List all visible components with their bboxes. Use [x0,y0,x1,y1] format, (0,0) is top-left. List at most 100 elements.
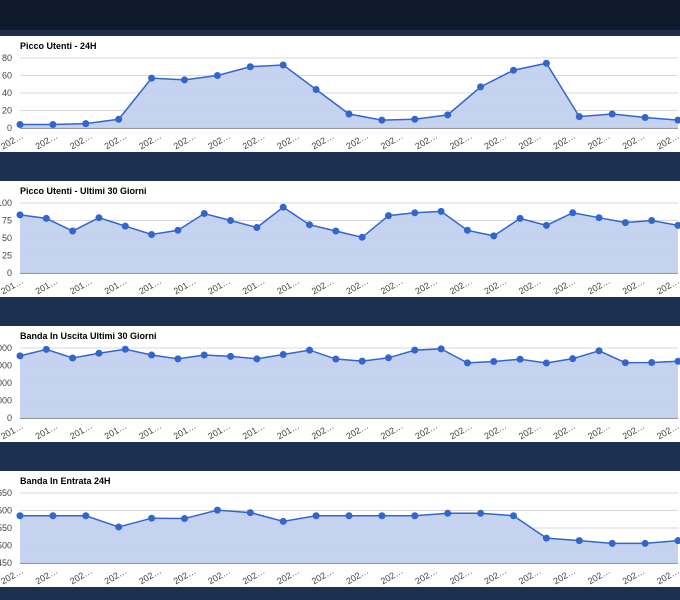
x-tick-label: 201… [34,421,60,442]
y-tick-label: 25 [2,251,12,261]
y-tick-label: 75 [2,216,12,226]
data-point [463,359,471,367]
x-tick-label: 202… [517,566,543,587]
data-point [569,209,577,217]
x-tick-label: 202… [172,131,198,152]
x-tick-label: 202… [206,566,232,587]
x-tick-label: 201… [172,421,198,442]
data-point [575,113,583,121]
x-tick-label: 202… [621,276,647,297]
x-tick-label: 202… [586,276,612,297]
x-tick-label: 202… [621,131,647,152]
y-tick-label: 100 [0,198,12,208]
x-tick-label: 202… [552,566,578,587]
data-point [312,86,320,93]
x-tick-label: 202… [482,131,508,152]
data-point [510,66,517,74]
y-tick-label: 0 [7,268,12,278]
data-point [115,523,123,531]
data-point [49,121,57,128]
data-point [411,209,419,217]
data-point [608,539,616,547]
x-tick-label: 202… [517,131,543,152]
data-point [95,214,103,222]
data-point [181,76,188,84]
x-tick-label: 201… [103,421,129,442]
x-tick-label: 202… [344,131,370,152]
data-point [569,355,577,363]
data-point [312,512,320,520]
x-tick-label: 201… [137,421,163,442]
data-point [345,512,353,520]
x-tick-label: 202… [103,566,129,587]
x-tick-label: 202… [552,421,578,442]
data-point [477,83,485,91]
x-tick-label: 202… [621,566,647,587]
data-point [16,121,24,128]
data-point [444,509,452,517]
data-point [542,534,550,542]
data-point [200,210,208,217]
data-point [82,512,90,520]
y-tick-label: 2550 [0,523,12,533]
data-point [82,120,90,128]
x-tick-label: 202… [517,421,543,442]
chart-svg: Banda In Uscita Ultimi 30 Giorni 0 1000 200… [0,331,680,442]
x-tick-label: 201… [34,276,60,297]
y-tick-label: 0 [7,123,12,133]
chart-title: Banda In Uscita Ultimi 30 Giorni [20,331,157,341]
data-point [542,221,550,229]
x-tick-label: 202… [137,131,163,152]
x-tick-label: 201… [241,276,267,297]
chart-panel-3: Banda In Uscita Ultimi 30 Giorni 0 1000 200… [0,326,680,442]
x-tick-label: 202… [103,131,129,152]
series-area [20,207,678,273]
x-tick-label: 202… [275,566,301,587]
top-bar [0,0,680,30]
x-tick-label: 202… [552,131,578,152]
x-tick-label: 201… [275,276,301,297]
x-tick-label: 202… [241,566,267,587]
data-point [227,217,235,224]
data-point [595,347,603,355]
data-point [181,515,188,523]
data-point [227,352,235,360]
x-tick-label: 202… [448,131,474,152]
data-point [16,211,24,219]
x-tick-label: 202… [586,131,612,152]
data-point [306,346,314,354]
data-point [437,207,445,215]
data-point [279,350,287,358]
x-tick-label: 201… [172,276,198,297]
data-point [516,355,524,363]
x-tick-label: 202… [172,566,198,587]
data-point [253,355,261,363]
data-point [378,512,386,520]
data-point [121,222,129,230]
y-tick-label: 3000 [0,361,12,371]
data-point [16,352,24,360]
data-point [575,537,583,545]
data-point [358,357,366,365]
chart-title: Banda In Entrata 24H [20,476,111,486]
data-point [510,512,517,520]
x-tick-label: 201… [103,276,129,297]
chart-svg: Picco Utenti - 24H 0 20 40 60 80 202… 202… 202… 2… [0,41,680,152]
data-point [42,214,50,222]
x-tick-label: 202… [655,566,680,587]
data-point [200,351,208,359]
data-point [542,59,550,67]
x-tick-label: 202… [413,131,439,152]
chart-panel-1: Picco Utenti - 24H 0 20 40 60 80 202… 202… 202… 2… [0,36,680,152]
data-point [148,231,156,238]
x-tick-label: 202… [552,276,578,297]
data-point [246,63,254,71]
x-tick-label: 202… [0,566,25,587]
data-point [378,116,386,124]
x-tick-label: 202… [310,276,336,297]
data-point [279,517,287,525]
x-tick-label: 202… [448,276,474,297]
data-point [437,345,445,353]
x-tick-label: 202… [344,276,370,297]
x-tick-label: 202… [448,566,474,587]
